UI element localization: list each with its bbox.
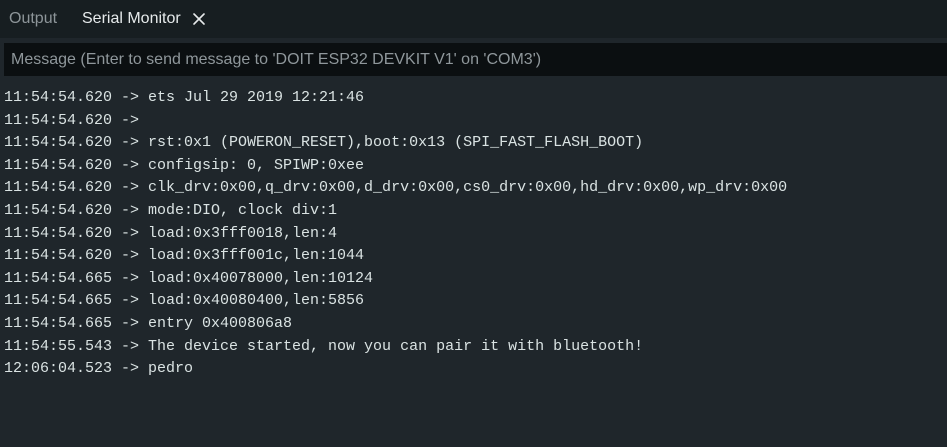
log-line: 11:54:54.620 -> load:0x3fff001c,len:1044 <box>4 247 365 265</box>
log-line: 12:06:04.523 -> pedro <box>4 360 194 378</box>
log-line: 11:54:54.620 -> <box>4 111 149 129</box>
log-line: 11:54:54.620 -> rst:0x1 (POWERON_RESET),… <box>4 134 644 152</box>
log-line: 11:54:54.620 -> clk_drv:0x00,q_drv:0x00,… <box>4 179 788 197</box>
log-line: 11:54:54.620 -> ets Jul 29 2019 12:21:46 <box>4 89 365 106</box>
log-line: 11:54:54.620 -> load:0x3fff0018,len:4 <box>4 224 338 242</box>
log-line: 11:54:54.620 -> mode:DIO, clock div:1 <box>4 201 338 219</box>
tab-serial-monitor[interactable]: Serial Monitor <box>82 0 181 38</box>
log-line: 11:54:54.665 -> load:0x40078000,len:1012… <box>4 269 374 287</box>
message-bar <box>4 43 947 76</box>
log-line: 11:54:54.665 -> load:0x40080400,len:5856 <box>4 292 365 310</box>
close-icon[interactable] <box>191 11 207 27</box>
tab-output[interactable]: Output <box>9 0 57 38</box>
log-line: 11:54:54.620 -> configsip: 0, SPIWP:0xee <box>4 156 365 174</box>
serial-output[interactable]: 11:54:54.620 -> ets Jul 29 2019 12:21:46… <box>4 87 944 439</box>
message-input[interactable] <box>4 43 947 76</box>
tab-bar: Output Serial Monitor <box>0 0 947 38</box>
log-line: 11:54:55.543 -> The device started, now … <box>4 337 644 355</box>
log-line: 11:54:54.665 -> entry 0x400806a8 <box>4 314 293 332</box>
